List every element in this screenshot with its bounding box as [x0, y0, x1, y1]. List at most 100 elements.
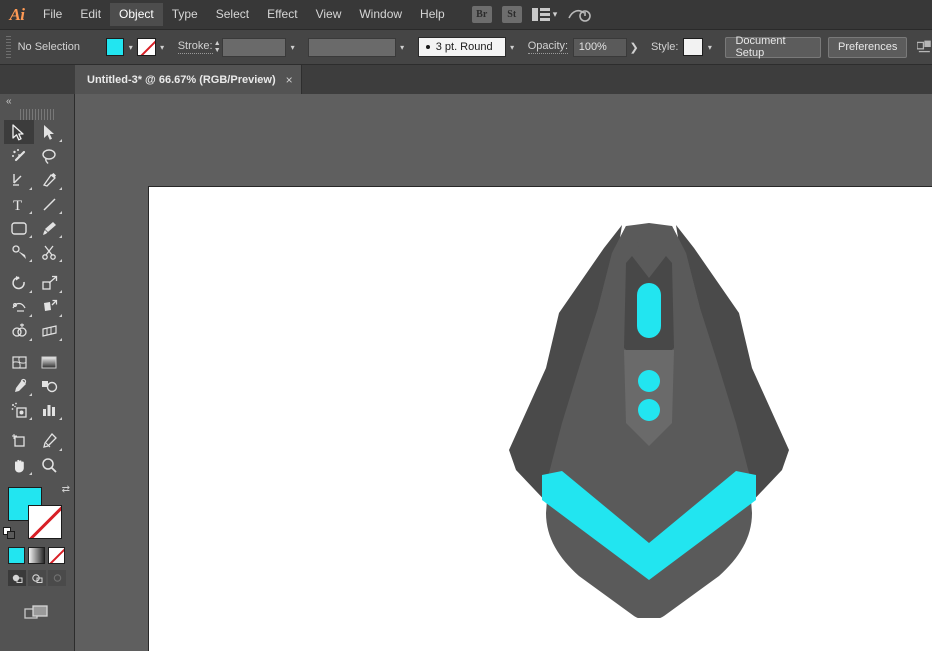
menu-file[interactable]: File — [34, 3, 71, 26]
gradient-mode-button[interactable] — [28, 547, 45, 564]
stroke-weight-label[interactable]: Stroke: — [177, 40, 213, 54]
stroke-weight-stepper[interactable]: ▲ ▼ — [213, 38, 222, 56]
symbol-sprayer-tool[interactable] — [4, 398, 34, 422]
graphic-style-swatch[interactable] — [683, 38, 704, 56]
illustrator-window: Ai File Edit Object Type Select Effect V… — [0, 0, 932, 651]
color-mode-button[interactable] — [8, 547, 25, 564]
rotate-tool[interactable] — [4, 271, 34, 295]
bridge-icon[interactable]: Br — [471, 6, 492, 23]
menu-effect[interactable]: Effect — [258, 3, 306, 26]
style-label: Style: — [650, 41, 679, 53]
paintbrush-tool[interactable] — [34, 216, 64, 240]
swap-fill-stroke-icon[interactable]: ⇄ — [62, 484, 70, 495]
scroll-wheel-accent — [637, 283, 661, 338]
artboard-tool[interactable] — [4, 429, 34, 453]
align-objects-icon[interactable] — [917, 40, 932, 54]
gaming-mouse-artwork[interactable] — [504, 218, 794, 618]
drawing-mode-row — [0, 570, 74, 586]
draw-normal-button[interactable] — [8, 570, 26, 586]
menu-view[interactable]: View — [307, 3, 351, 26]
brush-dropdown-icon[interactable]: ▾ — [506, 38, 519, 56]
menu-object[interactable]: Object — [110, 3, 163, 26]
control-bar-grip[interactable] — [6, 36, 11, 58]
selection-status-label: No Selection — [17, 41, 80, 53]
svg-text:T: T — [13, 198, 22, 213]
shape-builder-tool[interactable] — [4, 319, 34, 343]
slice-tool[interactable] — [34, 429, 64, 453]
stroke-color-swatch[interactable] — [137, 38, 156, 56]
close-icon[interactable]: × — [286, 74, 293, 86]
toolbar-stroke-swatch[interactable] — [28, 505, 62, 539]
dpi-button-down — [638, 399, 660, 421]
mesh-tool[interactable] — [4, 350, 34, 374]
scissors-tool[interactable] — [34, 240, 64, 264]
document-canvas[interactable] — [75, 94, 932, 651]
selection-tool[interactable] — [4, 120, 34, 144]
menu-window[interactable]: Window — [350, 3, 411, 26]
control-bar: No Selection ▾ ▾ Stroke: ▲ ▼ ▾ ▾ 3 pt. Ro… — [0, 30, 932, 65]
app-logo-icon: Ai — [9, 4, 25, 24]
opacity-input[interactable]: 100% — [572, 37, 627, 57]
blend-tool[interactable] — [34, 374, 64, 398]
preferences-button[interactable]: Preferences — [828, 36, 908, 58]
tools-panel: « T ⇄ — [0, 94, 75, 651]
dpi-button-up — [638, 370, 660, 392]
lasso-tool[interactable] — [34, 144, 64, 168]
opacity-label[interactable]: Opacity: — [527, 40, 569, 54]
artboard — [148, 186, 932, 651]
none-mode-button[interactable] — [48, 547, 65, 564]
zoom-tool[interactable] — [34, 453, 64, 477]
menu-help[interactable]: Help — [411, 3, 454, 26]
draw-inside-button[interactable] — [48, 570, 66, 586]
column-graph-tool[interactable] — [34, 398, 64, 422]
pen-tool[interactable] — [4, 168, 34, 192]
brush-preview-icon — [425, 45, 430, 49]
default-fill-stroke-icon[interactable] — [3, 527, 17, 541]
opacity-expand-icon[interactable]: ❯ — [627, 41, 642, 54]
free-transform-tool[interactable] — [34, 295, 64, 319]
curvature-tool[interactable] — [34, 168, 64, 192]
draw-behind-button[interactable] — [28, 570, 46, 586]
document-tab-bar: Untitled-3* @ 66.67% (RGB/Preview) × — [0, 65, 932, 94]
document-tab[interactable]: Untitled-3* @ 66.67% (RGB/Preview) × — [75, 65, 302, 94]
line-segment-tool[interactable] — [34, 192, 64, 216]
width-tool[interactable] — [4, 295, 34, 319]
tools-panel-grip[interactable] — [20, 109, 54, 120]
document-setup-button[interactable]: Document Setup — [725, 35, 821, 59]
change-screen-mode-button[interactable] — [0, 604, 74, 622]
color-mode-row — [0, 547, 74, 564]
direct-selection-tool[interactable] — [34, 120, 64, 144]
brush-definition-value: 3 pt. Round — [435, 41, 493, 53]
document-tab-title: Untitled-3* @ 66.67% (RGB/Preview) — [87, 73, 276, 86]
rectangle-tool[interactable] — [4, 216, 34, 240]
menu-select[interactable]: Select — [207, 3, 258, 26]
collapse-panel-icon[interactable]: « — [0, 94, 74, 109]
opacity-value: 100% — [578, 41, 607, 53]
variable-width-dropdown-icon[interactable]: ▾ — [396, 38, 409, 56]
cc-sync-icon[interactable] — [567, 7, 592, 23]
menu-edit[interactable]: Edit — [71, 3, 110, 26]
perspective-grid-tool[interactable] — [34, 319, 64, 343]
gradient-tool[interactable] — [34, 350, 64, 374]
eyedropper-tool[interactable] — [4, 374, 34, 398]
stroke-weight-input[interactable] — [221, 37, 287, 57]
menu-bar: Ai File Edit Object Type Select Effect V… — [0, 0, 932, 30]
stroke-dropdown-icon[interactable]: ▾ — [156, 38, 169, 56]
type-tool[interactable]: T — [4, 192, 34, 216]
magic-wand-tool[interactable] — [4, 144, 34, 168]
stock-icon[interactable]: St — [501, 6, 522, 23]
pencil-tool[interactable] — [4, 240, 34, 264]
tool-grid: T — [0, 120, 72, 477]
variable-width-profile-input[interactable] — [308, 37, 396, 57]
arrange-documents-icon[interactable]: ▾ — [531, 8, 558, 21]
stroke-weight-dropdown-icon[interactable]: ▾ — [286, 38, 299, 56]
chevron-down-icon: ▾ — [552, 9, 558, 19]
style-dropdown-icon[interactable]: ▾ — [703, 38, 716, 56]
menubar-right-group: Br St ▾ — [471, 6, 592, 23]
menu-type[interactable]: Type — [163, 3, 207, 26]
fill-dropdown-icon[interactable]: ▾ — [124, 38, 137, 56]
scale-tool[interactable] — [34, 271, 64, 295]
hand-tool[interactable] — [4, 453, 34, 477]
fill-color-swatch[interactable] — [105, 38, 125, 56]
brush-definition-input[interactable]: 3 pt. Round — [417, 37, 506, 57]
